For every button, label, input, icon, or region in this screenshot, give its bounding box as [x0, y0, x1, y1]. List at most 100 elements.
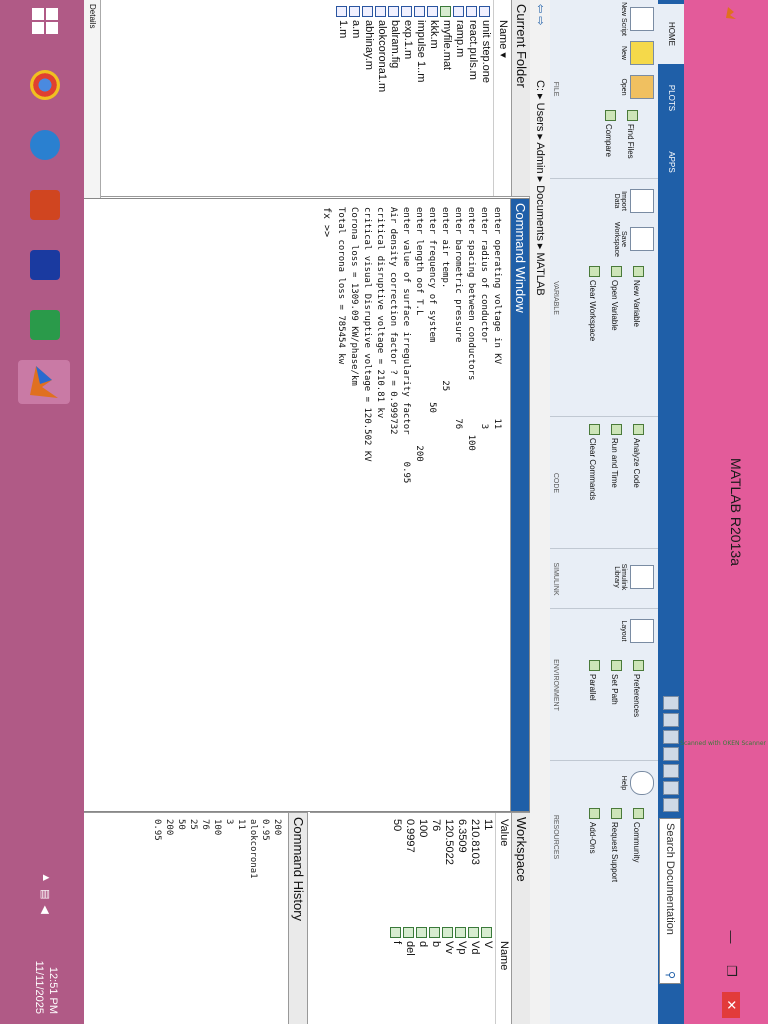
workspace-row[interactable]: 100 d [416, 813, 429, 1024]
layout-button[interactable]: Layout [620, 614, 654, 648]
history-item[interactable]: alokcorona1 [247, 819, 259, 879]
workspace-row[interactable]: 210.8103 Vd [468, 813, 481, 1024]
file-item[interactable]: kkk.m [427, 0, 440, 196]
workspace-row[interactable]: 6.3509 Vp [455, 813, 468, 1024]
workspace-row[interactable]: 0.9997 del [403, 813, 416, 1024]
paste-icon[interactable] [663, 747, 679, 761]
command-window[interactable]: Command Window enter operating voltage i… [82, 198, 530, 812]
command-history-title: Command History [288, 813, 307, 1024]
volume-icon[interactable]: ◀ [39, 906, 52, 914]
request-support-button[interactable]: Request Support [610, 808, 622, 882]
file-item[interactable]: exp.1.m [401, 0, 414, 196]
parallel-button[interactable]: Parallel [588, 660, 600, 701]
new-button[interactable]: New [620, 36, 654, 70]
variable-value: 76 [430, 819, 442, 832]
clear-commands-button[interactable]: Clear Commands [588, 424, 600, 500]
run-and-time-button[interactable]: Run and Time [610, 424, 622, 488]
network-icon[interactable]: ▤ [39, 889, 52, 899]
set-path-button[interactable]: Set Path [610, 660, 622, 705]
workspace-row[interactable]: 120.5022 Vv [442, 813, 455, 1024]
file-item[interactable]: alokcorona1.m [375, 0, 388, 196]
file-item[interactable]: unit step.one [479, 0, 492, 196]
variable-name: V [482, 941, 494, 949]
m-file-icon [362, 6, 373, 17]
history-item[interactable]: 11 [235, 819, 247, 879]
maximize-button[interactable]: ❐ [722, 958, 740, 984]
file-item[interactable]: 1.m [336, 0, 349, 196]
details-pane[interactable]: Details [84, 0, 101, 200]
file-name: exp.1.m [402, 20, 414, 60]
file-item[interactable]: myfile.mat [440, 0, 453, 196]
open-variable-button[interactable]: Open Variable [610, 266, 622, 331]
clear-workspace-button[interactable]: Clear Workspace [588, 266, 600, 341]
save-workspace-button[interactable]: Save Workspace [613, 222, 654, 257]
chrome-icon[interactable] [30, 70, 60, 100]
simulink-library-button[interactable]: Simulink Library [613, 560, 654, 594]
history-item[interactable]: 50 [175, 819, 187, 879]
file-name: abhinay.m [363, 20, 375, 70]
tab-apps[interactable]: APPS [658, 132, 684, 192]
undo-icon[interactable] [663, 764, 679, 778]
new-label: New [620, 45, 627, 60]
command-prompt[interactable]: fx >> [321, 207, 332, 807]
open-variable-label: Open Variable [610, 280, 619, 331]
cut-icon[interactable] [663, 713, 679, 727]
taskbar: ▲ ▤ ◀ 12:51 PM 11/11/2025 [0, 0, 84, 1024]
history-item[interactable]: 0.95 [151, 819, 163, 879]
save-icon[interactable] [663, 696, 679, 710]
compare-button[interactable]: Compare [604, 110, 616, 157]
file-item[interactable]: ramp.m [453, 0, 466, 196]
copy-icon[interactable] [663, 730, 679, 744]
history-item[interactable]: 25 [187, 819, 199, 879]
file-item[interactable]: abhinay.m [362, 0, 375, 196]
ribbon-group-code: Analyze Code Run and Time Clear Commands… [550, 418, 658, 549]
history-item[interactable]: 200 [163, 819, 175, 879]
minimize-button[interactable]: — [722, 924, 740, 950]
find-files-button[interactable]: Find Files [626, 110, 638, 159]
history-item[interactable]: 200 [271, 819, 283, 879]
help-icon[interactable] [663, 798, 679, 812]
run-and-time-label: Run and Time [610, 438, 619, 488]
help-button[interactable]: Help [620, 766, 654, 800]
variable-value: 100 [417, 819, 429, 838]
community-button[interactable]: Community [632, 808, 644, 862]
workspace-row[interactable]: 50 f [390, 813, 403, 1024]
preferences-button[interactable]: Preferences [632, 660, 644, 717]
name-column-header[interactable]: Name ▾ [493, 0, 510, 196]
tab-home[interactable]: HOME [658, 4, 684, 64]
workspace-row[interactable]: 11 V [481, 813, 494, 1024]
variable-icon [455, 927, 466, 938]
import-data-button[interactable]: Import Data [613, 184, 654, 218]
windows-start-icon[interactable] [30, 8, 58, 36]
new-script-button[interactable]: New Script [620, 2, 654, 36]
set-path-label: Set Path [610, 674, 619, 705]
matlab-taskbar-icon[interactable] [18, 360, 70, 404]
open-button[interactable]: Open [620, 70, 654, 104]
dev-cpp-icon[interactable] [30, 250, 60, 280]
history-item[interactable]: 0.95 [259, 819, 271, 879]
folder-path[interactable]: C: ▸ Users ▸ Admin ▸ Documents ▸ MATLAB [530, 80, 550, 296]
powerpoint-icon[interactable] [30, 190, 60, 220]
close-button[interactable]: ✕ [722, 992, 740, 1018]
show-hidden-icons-icon[interactable]: ▲ [39, 872, 52, 883]
workspace-row[interactable]: 76 b [429, 813, 442, 1024]
file-item[interactable]: impulse 1..m [414, 0, 427, 196]
add-ons-button[interactable]: Add-Ons [588, 808, 600, 854]
new-variable-button[interactable]: New Variable [632, 266, 644, 327]
search-documentation-input[interactable]: Search Documentation ⚲ [659, 818, 681, 984]
back-forward-icon[interactable]: ⇦ ⇨ [530, 4, 550, 26]
workspace-header[interactable]: Value Name [495, 813, 510, 1024]
history-item[interactable]: 76 [199, 819, 211, 879]
app-window-icon[interactable] [30, 310, 60, 340]
file-item[interactable]: balram.fig [388, 0, 401, 196]
history-item[interactable]: 100 [211, 819, 223, 879]
file-item[interactable]: a.m [349, 0, 362, 196]
internet-explorer-icon[interactable] [30, 130, 60, 160]
file-item[interactable]: react.puls.m [466, 0, 479, 196]
tab-plots[interactable]: PLOTS [658, 68, 684, 128]
current-folder-address-bar[interactable]: ⇦ ⇨ C: ▸ Users ▸ Admin ▸ Documents ▸ MAT… [529, 0, 550, 1024]
analyze-code-button[interactable]: Analyze Code [632, 424, 644, 488]
history-item[interactable]: 3 [223, 819, 235, 879]
redo-icon[interactable] [663, 781, 679, 795]
clock[interactable]: 12:51 PM 11/11/2025 [32, 961, 60, 1014]
